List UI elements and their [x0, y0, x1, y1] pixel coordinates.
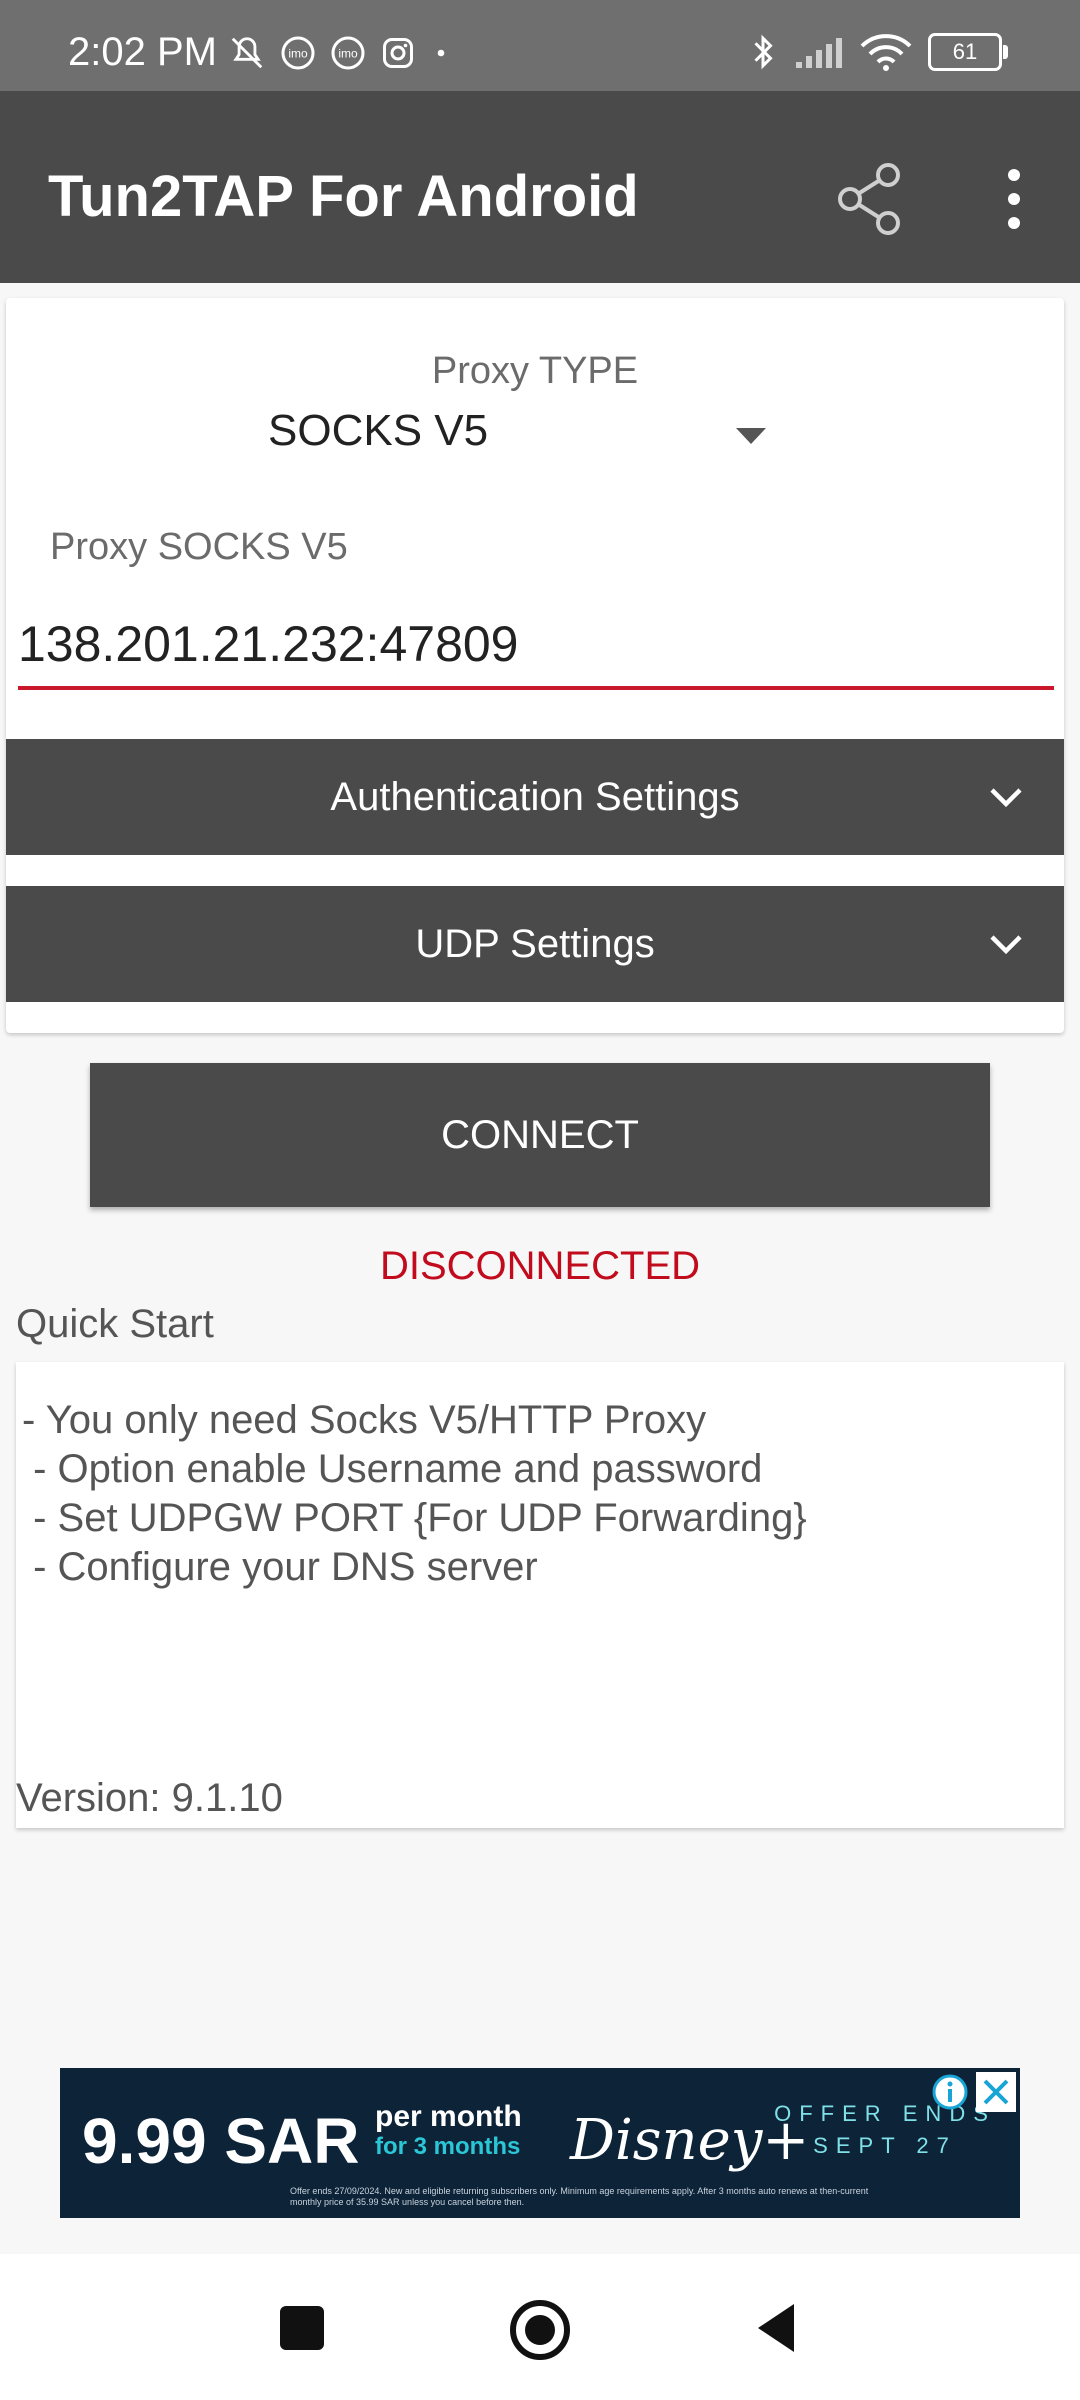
svg-text:imo: imo — [288, 47, 308, 61]
share-icon[interactable] — [832, 161, 908, 237]
udp-settings-label: UDP Settings — [415, 922, 655, 966]
proxy-type-dropdown[interactable]: SOCKS V5 — [268, 406, 788, 466]
ad-price: 9.99 SAR — [82, 2105, 360, 2177]
status-time: 2:02 PM — [68, 30, 217, 74]
battery-level: 61 — [952, 39, 978, 64]
status-right-icons: 61 — [748, 32, 1008, 72]
wifi-icon — [860, 34, 912, 71]
ad-fine-print: Offer ends 27/09/2024. New and eligible … — [290, 2186, 869, 2207]
imo-icon: imo — [281, 36, 315, 70]
connection-status: DISCONNECTED — [379, 1244, 701, 1288]
authentication-settings-section[interactable]: Authentication Settings — [6, 739, 1064, 855]
quick-start-box: - You only need Socks V5/HTTP Proxy - Op… — [16, 1362, 1064, 1828]
quick-start-line: - Option enable Username and password — [22, 1447, 763, 1491]
proxy-type-label: Proxy TYPE — [431, 350, 639, 392]
quick-start-line: - Configure your DNS server — [22, 1545, 538, 1589]
ad-per-month: per month for 3 months — [375, 2102, 522, 2162]
bluetooth-icon — [754, 34, 773, 70]
ad-offer-line2: SEPT 27 — [813, 2133, 957, 2158]
ad-per-month-label: per month — [375, 2100, 522, 2133]
back-icon[interactable] — [754, 2300, 798, 2356]
proxy-settings-card: Proxy TYPE SOCKS V5 Proxy SOCKS V5 Authe… — [6, 298, 1064, 1033]
imo-icon: imo — [331, 36, 365, 70]
home-icon[interactable] — [508, 2298, 572, 2362]
ad-duration: for 3 months — [375, 2133, 521, 2160]
ad-close-icon[interactable] — [976, 2072, 1016, 2112]
more-vert-icon[interactable] — [990, 161, 1038, 237]
ad-banner[interactable]: 9.99 SAR per month for 3 months Disney+ … — [60, 2068, 1020, 2218]
battery-icon: 61 — [928, 33, 1008, 71]
dropdown-arrow-icon — [736, 428, 766, 444]
proxy-address-input[interactable] — [18, 602, 1054, 690]
connect-button[interactable]: CONNECT — [90, 1063, 990, 1207]
proxy-address-label: Proxy SOCKS V5 — [50, 526, 348, 568]
recent-apps-icon[interactable] — [280, 2306, 324, 2350]
quick-start-title: Quick Start — [16, 1302, 214, 1346]
ad-info-icon[interactable] — [930, 2072, 970, 2112]
instagram-icon — [383, 38, 413, 68]
dot-icon — [437, 49, 445, 57]
version-text: Version: 9.1.10 — [16, 1776, 283, 1820]
quick-start-line: - Set UDPGW PORT {For UDP Forwarding} — [22, 1496, 807, 1540]
status-bar: 2:02 PM imo imo 61 — [0, 0, 1080, 91]
signal-icon — [796, 38, 842, 68]
system-nav-bar — [0, 2254, 1080, 2400]
status-left-icons: imo imo — [228, 34, 452, 72]
chevron-down-icon — [990, 935, 1022, 955]
muted-bell-icon — [231, 37, 263, 69]
app-bar: Tun2TAP For Android — [0, 91, 1080, 283]
udp-settings-section[interactable]: UDP Settings — [6, 886, 1064, 1002]
proxy-type-value: SOCKS V5 — [268, 406, 489, 455]
quick-start-line: - You only need Socks V5/HTTP Proxy — [22, 1398, 707, 1442]
app-title: Tun2TAP For Android — [48, 164, 639, 229]
authentication-settings-label: Authentication Settings — [330, 775, 740, 819]
chevron-down-icon — [990, 788, 1022, 808]
svg-text:imo: imo — [338, 47, 358, 61]
